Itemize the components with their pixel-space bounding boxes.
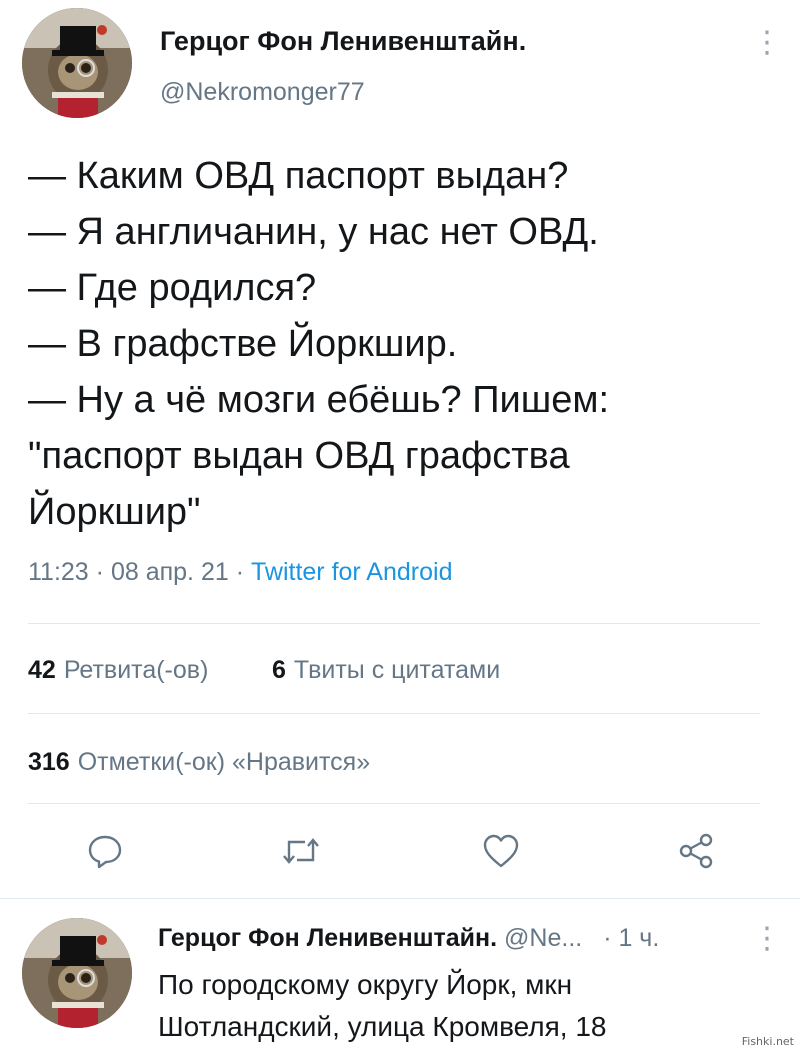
tweet-meta: 11:23 · 08 апр. 21 · Twitter for Android xyxy=(28,558,452,587)
divider xyxy=(28,713,760,714)
reply-line: По городскому округу Йорк, мкн xyxy=(158,969,573,1000)
quotes-count: 6 xyxy=(272,656,286,684)
tweet-line: — Каким ОВД паспорт выдан? xyxy=(28,155,569,197)
tweet-line: Йоркшир" xyxy=(28,491,201,533)
tweet-date: 08 апр. 21 xyxy=(110,558,229,586)
like-button[interactable] xyxy=(476,826,526,876)
likes-label: Отметки(-ок) «Нравится» xyxy=(77,748,371,776)
reply-author-handle[interactable]: @Ne... xyxy=(504,924,582,952)
reply-author-avatar[interactable] xyxy=(22,918,132,1028)
divider xyxy=(28,803,760,804)
sloth-avatar-image xyxy=(22,8,132,118)
quotes-label: Твиты с цитатами xyxy=(293,656,501,684)
reply-more-options-icon[interactable]: ⋮ xyxy=(752,924,782,954)
reply-button[interactable] xyxy=(80,826,130,876)
meta-separator: · xyxy=(95,558,104,586)
author-name[interactable]: Герцог Фон Ленивенштайн. xyxy=(160,26,526,57)
more-options-icon[interactable]: ⋮ xyxy=(752,28,782,58)
meta-separator: · xyxy=(235,558,245,586)
thread-divider xyxy=(0,898,800,899)
share-icon xyxy=(679,833,713,869)
author-avatar[interactable] xyxy=(22,8,132,118)
retweets-label: Ретвита(-ов) xyxy=(63,656,209,684)
divider xyxy=(28,623,760,624)
tweet-source-link[interactable]: Twitter for Android xyxy=(251,558,452,586)
reply-header: Герцог Фон Ленивенштайн. @Ne... · 1 ч. xyxy=(158,924,659,953)
sloth-avatar-image xyxy=(22,918,132,1028)
watermark: Fishki.net xyxy=(741,1035,794,1048)
quote-stats[interactable]: 6 Твиты с цитатами xyxy=(272,656,500,685)
share-button[interactable] xyxy=(672,826,722,876)
author-handle[interactable]: @Nekromonger77 xyxy=(160,78,365,107)
retweet-stats[interactable]: 42 Ретвита(-ов) xyxy=(28,656,208,685)
reply-author-name[interactable]: Герцог Фон Ленивенштайн. xyxy=(158,924,497,952)
reply-icon xyxy=(88,835,122,869)
tweet-line: "паспорт выдан ОВД графства xyxy=(28,435,570,477)
tweet-line: — Где родился? xyxy=(28,267,317,309)
retweet-icon xyxy=(283,838,319,864)
tweet-line: — В графстве Йоркшир. xyxy=(28,323,458,365)
likes-count: 316 xyxy=(28,748,70,776)
tweet-text: — Каким ОВД паспорт выдан? — Я англичани… xyxy=(28,148,748,540)
reply-time: · 1 ч. xyxy=(603,924,660,952)
tweet-line: — Ну а чё мозги ебёшь? Пишем: xyxy=(28,379,610,421)
reply-text: По городскому округу Йорк, мкн Шотландск… xyxy=(158,964,607,1048)
tweet-time: 11:23 xyxy=(28,558,89,586)
retweets-count: 42 xyxy=(28,656,56,684)
tweet-line: — Я англичанин, у нас нет ОВД. xyxy=(28,211,599,253)
like-icon xyxy=(483,834,519,868)
retweet-button[interactable] xyxy=(276,826,326,876)
reply-line: Шотландский, улица Кромвеля, 18 xyxy=(158,1011,607,1042)
like-stats[interactable]: 316 Отметки(-ок) «Нравится» xyxy=(28,748,370,777)
